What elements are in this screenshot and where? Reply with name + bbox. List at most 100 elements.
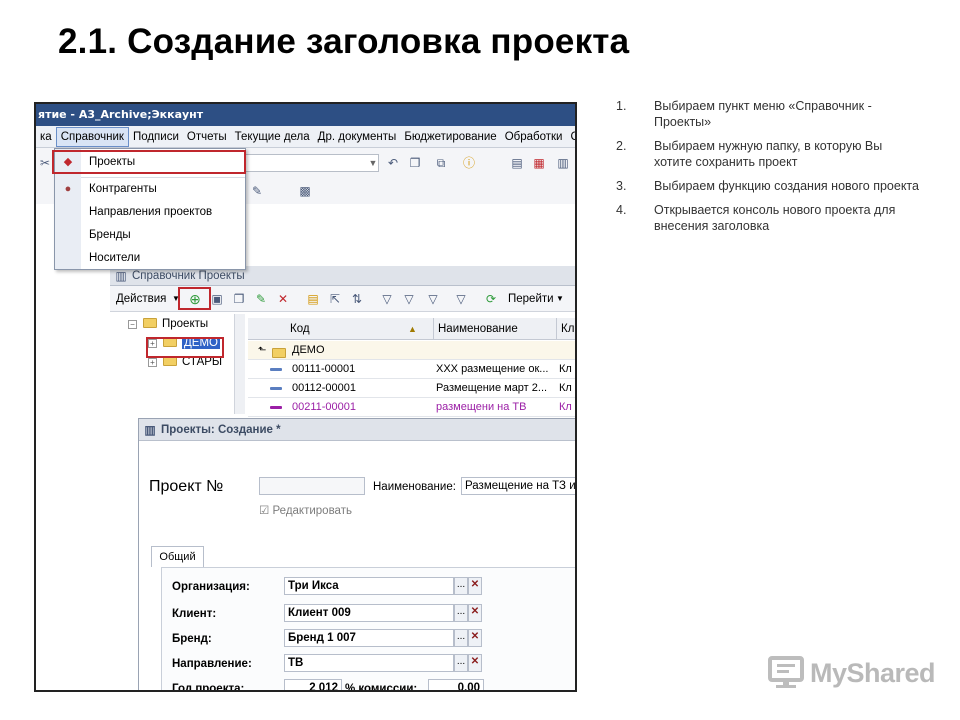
menu-item-obrabotki[interactable]: Обработки: [501, 126, 567, 148]
app-screenshot: ятие - A3_Archive;Эккаунт ка Справочник По…: [34, 102, 577, 692]
tree-root[interactable]: − Проекты: [128, 316, 208, 332]
step-text: Открывается консоль нового проекта для в…: [654, 203, 896, 233]
step-text: Выбираем функцию создания нового проекта: [654, 179, 919, 193]
up-icon: ⬑: [258, 345, 267, 356]
clear-button[interactable]: ✕: [468, 629, 482, 647]
table-row[interactable]: 00111-00001 ХХХ размещение ок... Кл: [248, 360, 575, 379]
direction-field[interactable]: ТВ: [284, 654, 454, 672]
delete-icon[interactable]: ✕: [276, 292, 290, 306]
name-field[interactable]: Размещение на ТЗ и: [461, 477, 575, 495]
filter-icon[interactable]: ▽: [380, 292, 394, 306]
step-item: 2. Выбираем нужную папку, в которую Вы хо…: [616, 138, 921, 170]
tab-general[interactable]: Общий: [151, 546, 204, 567]
edit-icon[interactable]: ✎: [254, 292, 268, 306]
search-combo[interactable]: [244, 154, 379, 172]
menu-item-podpisi[interactable]: Подписи: [129, 126, 183, 148]
copy-icon[interactable]: ❐: [232, 292, 246, 306]
menu-item-budget[interactable]: Бюджетирование: [400, 126, 500, 148]
menu-item-carriers[interactable]: Носители: [89, 248, 140, 268]
checkbox-icon[interactable]: ☑: [259, 505, 269, 517]
client-field[interactable]: Клиент 009: [284, 604, 454, 622]
grid-icon[interactable]: ▥: [556, 156, 570, 170]
clear-button[interactable]: ✕: [468, 654, 482, 672]
slide-title: 2.1. Создание заголовка проекта: [58, 22, 630, 61]
clear-button[interactable]: ✕: [468, 604, 482, 622]
edit-checkbox[interactable]: ☑ Редактировать: [259, 503, 352, 519]
select-button[interactable]: ...: [454, 604, 468, 622]
menu-item-otchety[interactable]: Отчеты: [183, 126, 231, 148]
info-icon[interactable]: ⓘ: [462, 156, 476, 170]
column-name[interactable]: Наименование: [433, 318, 518, 340]
sort-icon: ▲: [408, 324, 417, 334]
item-icon: [270, 406, 282, 409]
calc-icon[interactable]: ▩: [298, 184, 312, 198]
window-title: ятие - A3_Archive;Эккаунт: [36, 104, 575, 126]
commission-label: % комиссии:: [345, 683, 418, 692]
filter-off-icon[interactable]: ▽: [454, 292, 468, 306]
brand-field[interactable]: Бренд 1 007: [284, 629, 454, 647]
grid-header: Код ▲ Наименование Кл: [248, 318, 575, 340]
select-button[interactable]: ...: [454, 654, 468, 672]
menu-item-service[interactable]: Сер: [566, 126, 575, 148]
watermark-text: MyShared: [810, 658, 936, 688]
table-row[interactable]: 00211-00001 размещени на ТВ Кл: [248, 398, 575, 417]
folder-icon: [143, 318, 157, 328]
select-button[interactable]: ...: [454, 629, 468, 647]
menu-item-spravochnik[interactable]: Справочник: [55, 127, 129, 147]
list-icon[interactable]: ▤: [510, 156, 524, 170]
create-window-title: ▥ Проекты: Создание *: [139, 419, 575, 441]
organization-field[interactable]: Три Икса: [284, 577, 454, 595]
menu-item-tekushchie[interactable]: Текущие дела: [231, 126, 314, 148]
parent-row-label: ДЕМО: [292, 344, 325, 356]
menu-item-dokumenty[interactable]: Др. документы: [314, 126, 401, 148]
field-label-client: Клиент:: [172, 608, 217, 620]
hierarchy-icon[interactable]: ▤: [306, 292, 320, 306]
windows-icon[interactable]: ⧉: [434, 156, 448, 170]
step-number: 3.: [616, 179, 627, 193]
actions-menu[interactable]: Действия: [116, 286, 166, 312]
table-icon: ▥: [144, 423, 156, 437]
tab-panel: Организация: Три Икса ... ✕ Клиент: Клие…: [161, 567, 575, 692]
chevron-down-icon: ▼: [556, 294, 564, 303]
menu-item-projects[interactable]: Проекты: [89, 152, 135, 172]
column-code[interactable]: Код: [290, 318, 310, 340]
step-number: 1.: [616, 99, 627, 113]
year-label: Год проекта:: [172, 683, 245, 692]
table-icon: ▥: [115, 269, 127, 283]
filter-icon[interactable]: ▽: [402, 292, 416, 306]
expand-icon[interactable]: +: [148, 358, 157, 367]
commission-field[interactable]: 0,00: [428, 679, 484, 690]
menu-item[interactable]: ка: [36, 126, 56, 148]
year-field[interactable]: 2 012: [284, 679, 342, 690]
menu-item-directions[interactable]: Направления проектов: [89, 202, 212, 222]
item-icon: [270, 368, 282, 371]
clear-button[interactable]: ✕: [468, 577, 482, 595]
select-button[interactable]: ...: [454, 577, 468, 595]
steps-list: 1. Выбираем пункт меню «Справочник - Прое…: [616, 98, 921, 242]
edit-icon[interactable]: ✎: [250, 184, 264, 198]
create-form: Проект № Наименование: Размещение на ТЗ …: [139, 441, 575, 692]
filter-icon[interactable]: ▽: [426, 292, 440, 306]
calendar-icon[interactable]: ▦: [532, 156, 546, 170]
chevron-down-icon[interactable]: ▼: [366, 154, 380, 172]
goto-menu[interactable]: Перейти: [508, 286, 554, 312]
people-icon: ●: [64, 183, 72, 195]
copy-icon[interactable]: ❐: [408, 156, 422, 170]
back-icon[interactable]: ↶: [386, 156, 400, 170]
table-row[interactable]: 00112-00001 Размещение март 2... Кл: [248, 379, 575, 398]
step-text: Выбираем пункт меню «Справочник - Проект…: [654, 99, 872, 129]
add-folder-icon[interactable]: ▣: [210, 292, 224, 306]
catalog-title-text: Справочник Проекты: [132, 270, 245, 282]
tree-scrollbar[interactable]: [234, 314, 245, 414]
menu-item-brands[interactable]: Бренды: [89, 225, 131, 245]
menu-item-contractors[interactable]: Контрагенты: [89, 179, 157, 199]
project-number-label: Проект №: [149, 478, 224, 495]
column-client[interactable]: Кл: [556, 318, 574, 340]
select-icon[interactable]: ⇱: [328, 292, 342, 306]
table-row-parent[interactable]: ⬑ ДЕМО: [248, 341, 575, 360]
refresh-icon[interactable]: ⟳: [484, 292, 498, 306]
scissors-icon[interactable]: ✂: [38, 156, 52, 170]
collapse-icon[interactable]: −: [128, 320, 137, 329]
project-number-field[interactable]: [259, 477, 365, 495]
move-icon[interactable]: ⇅: [350, 292, 364, 306]
